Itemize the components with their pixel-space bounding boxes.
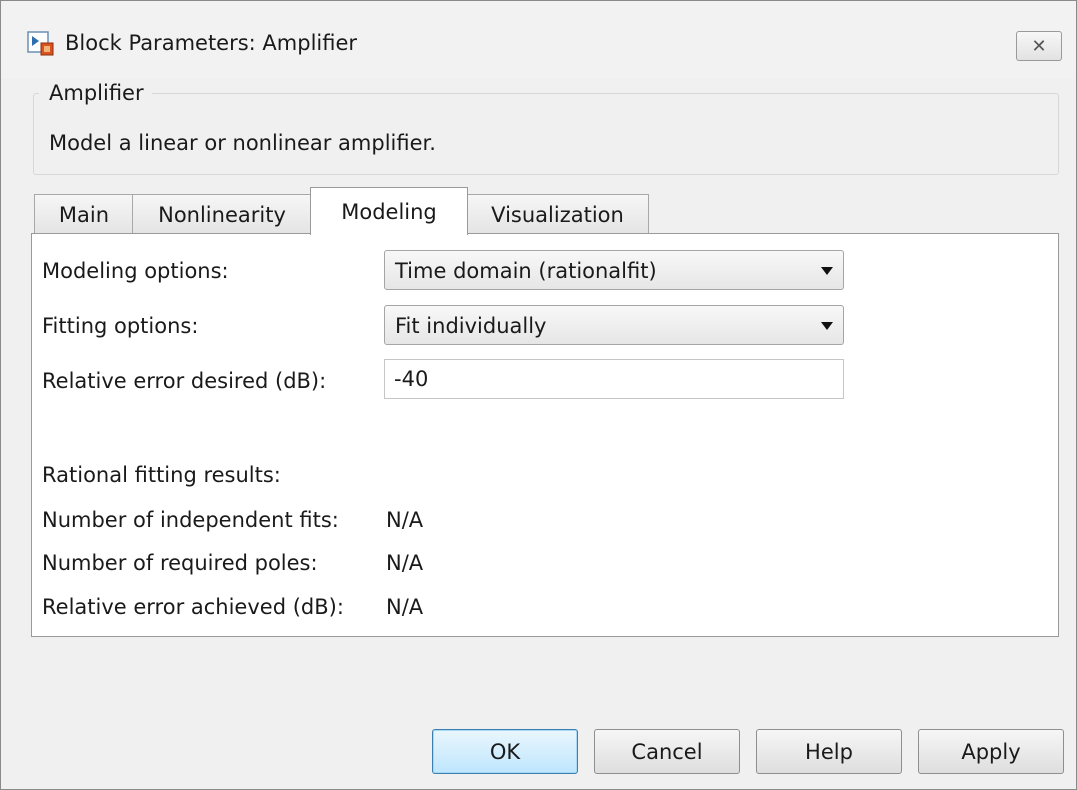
block-parameters-dialog: Block Parameters: Amplifier ✕ Amplifier … bbox=[0, 0, 1077, 790]
dropdown-value: Fit individually bbox=[395, 314, 547, 338]
modeling-options-label: Modeling options: bbox=[42, 259, 229, 283]
close-button[interactable]: ✕ bbox=[1016, 31, 1062, 61]
relative-error-desired-label: Relative error desired (dB): bbox=[42, 369, 327, 393]
button-label: Apply bbox=[961, 739, 1021, 764]
close-icon: ✕ bbox=[1031, 35, 1047, 57]
fitting-options-label: Fitting options: bbox=[42, 314, 199, 338]
independent-fits-value: N/A bbox=[386, 508, 424, 532]
required-poles-value: N/A bbox=[386, 551, 424, 575]
tab-label: Modeling bbox=[341, 199, 437, 224]
groupbox-title: Amplifier bbox=[39, 81, 152, 105]
cancel-button[interactable]: Cancel bbox=[594, 729, 740, 774]
error-achieved-value: N/A bbox=[386, 595, 424, 619]
tab-label: Visualization bbox=[491, 202, 624, 227]
tab-nonlinearity[interactable]: Nonlinearity bbox=[132, 194, 312, 234]
modeling-options-dropdown[interactable]: Time domain (rationalfit) bbox=[384, 250, 844, 290]
fitting-results-heading: Rational fitting results: bbox=[42, 463, 281, 487]
window-title: Block Parameters: Amplifier bbox=[65, 31, 358, 55]
simulink-block-icon bbox=[27, 31, 54, 56]
chevron-down-icon bbox=[821, 322, 833, 330]
apply-button[interactable]: Apply bbox=[918, 729, 1064, 774]
tab-modeling[interactable]: Modeling bbox=[310, 187, 468, 235]
tab-label: Main bbox=[58, 202, 110, 227]
ok-button[interactable]: OK bbox=[432, 729, 578, 774]
button-label: OK bbox=[489, 739, 521, 764]
block-description: Model a linear or nonlinear amplifier. bbox=[49, 131, 436, 155]
help-button[interactable]: Help bbox=[756, 729, 902, 774]
button-label: Cancel bbox=[631, 739, 703, 764]
chevron-down-icon bbox=[821, 267, 833, 275]
tab-label: Nonlinearity bbox=[158, 202, 286, 227]
dropdown-value: Time domain (rationalfit) bbox=[395, 259, 657, 283]
error-achieved-label: Relative error achieved (dB): bbox=[42, 595, 344, 619]
title-bar[interactable]: Block Parameters: Amplifier ✕ bbox=[1, 1, 1076, 79]
modeling-tab-panel bbox=[31, 233, 1059, 637]
tab-visualization[interactable]: Visualization bbox=[466, 194, 649, 234]
fitting-options-dropdown[interactable]: Fit individually bbox=[384, 305, 844, 345]
button-label: Help bbox=[805, 739, 853, 764]
independent-fits-label: Number of independent fits: bbox=[42, 508, 339, 532]
relative-error-desired-input[interactable] bbox=[384, 359, 844, 399]
required-poles-label: Number of required poles: bbox=[42, 551, 318, 575]
tab-main[interactable]: Main bbox=[34, 194, 134, 234]
